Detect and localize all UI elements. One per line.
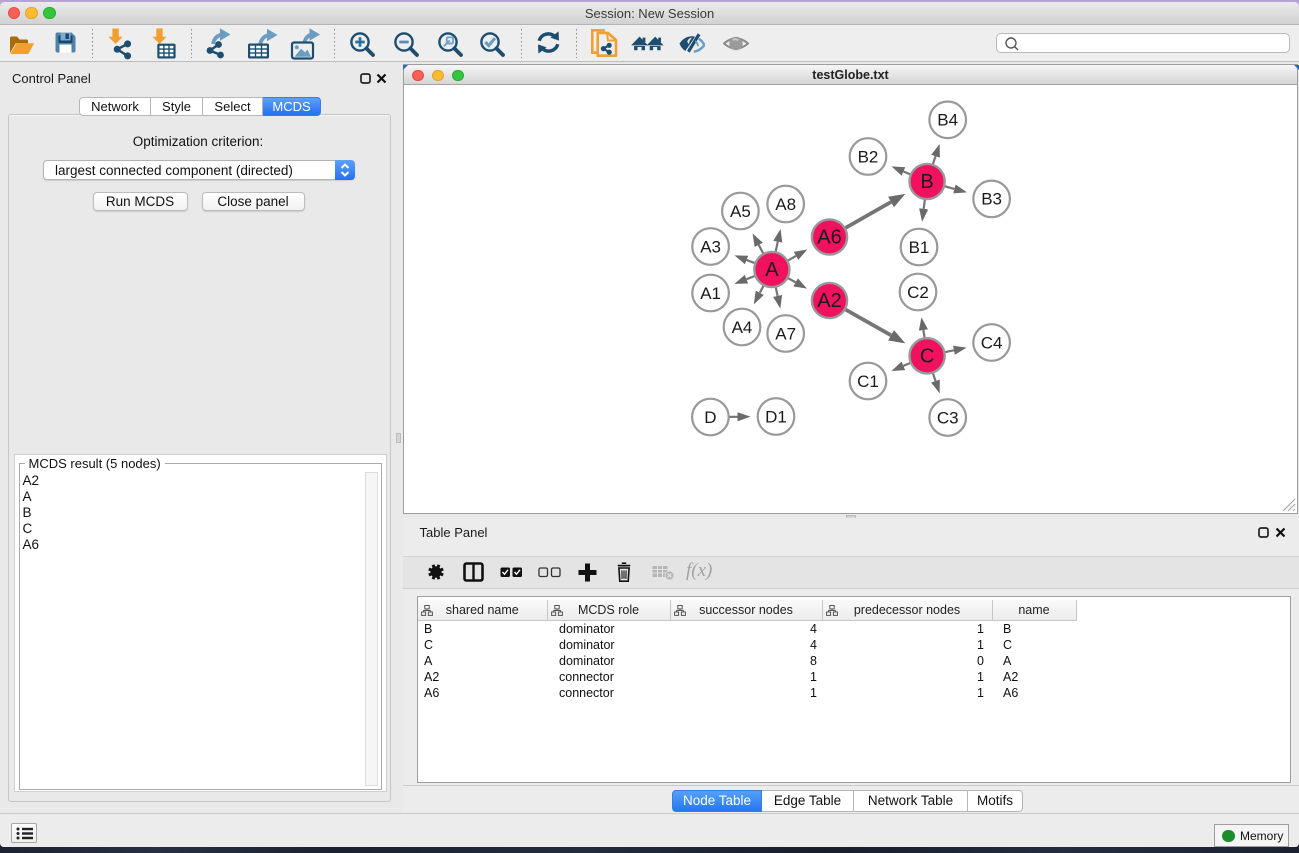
- svg-text:A: A: [765, 259, 779, 281]
- svg-text:A8: A8: [775, 195, 796, 214]
- svg-text:A2: A2: [817, 290, 841, 312]
- svg-text:B1: B1: [909, 238, 930, 257]
- svg-text:C3: C3: [937, 408, 959, 427]
- svg-text:A6: A6: [817, 227, 841, 249]
- svg-text:C: C: [920, 345, 934, 367]
- svg-text:D1: D1: [765, 407, 787, 426]
- svg-text:C4: C4: [981, 333, 1003, 352]
- svg-text:B4: B4: [937, 111, 958, 130]
- svg-text:C1: C1: [857, 372, 879, 391]
- svg-text:A3: A3: [700, 237, 721, 256]
- svg-text:B: B: [920, 171, 933, 193]
- svg-text:A1: A1: [700, 284, 721, 303]
- svg-text:D: D: [704, 408, 716, 427]
- svg-text:A7: A7: [775, 324, 796, 343]
- svg-text:A4: A4: [732, 318, 753, 337]
- svg-text:B2: B2: [858, 147, 879, 166]
- svg-text:A5: A5: [730, 202, 751, 221]
- svg-text:C2: C2: [907, 283, 929, 302]
- svg-text:B3: B3: [981, 190, 1002, 209]
